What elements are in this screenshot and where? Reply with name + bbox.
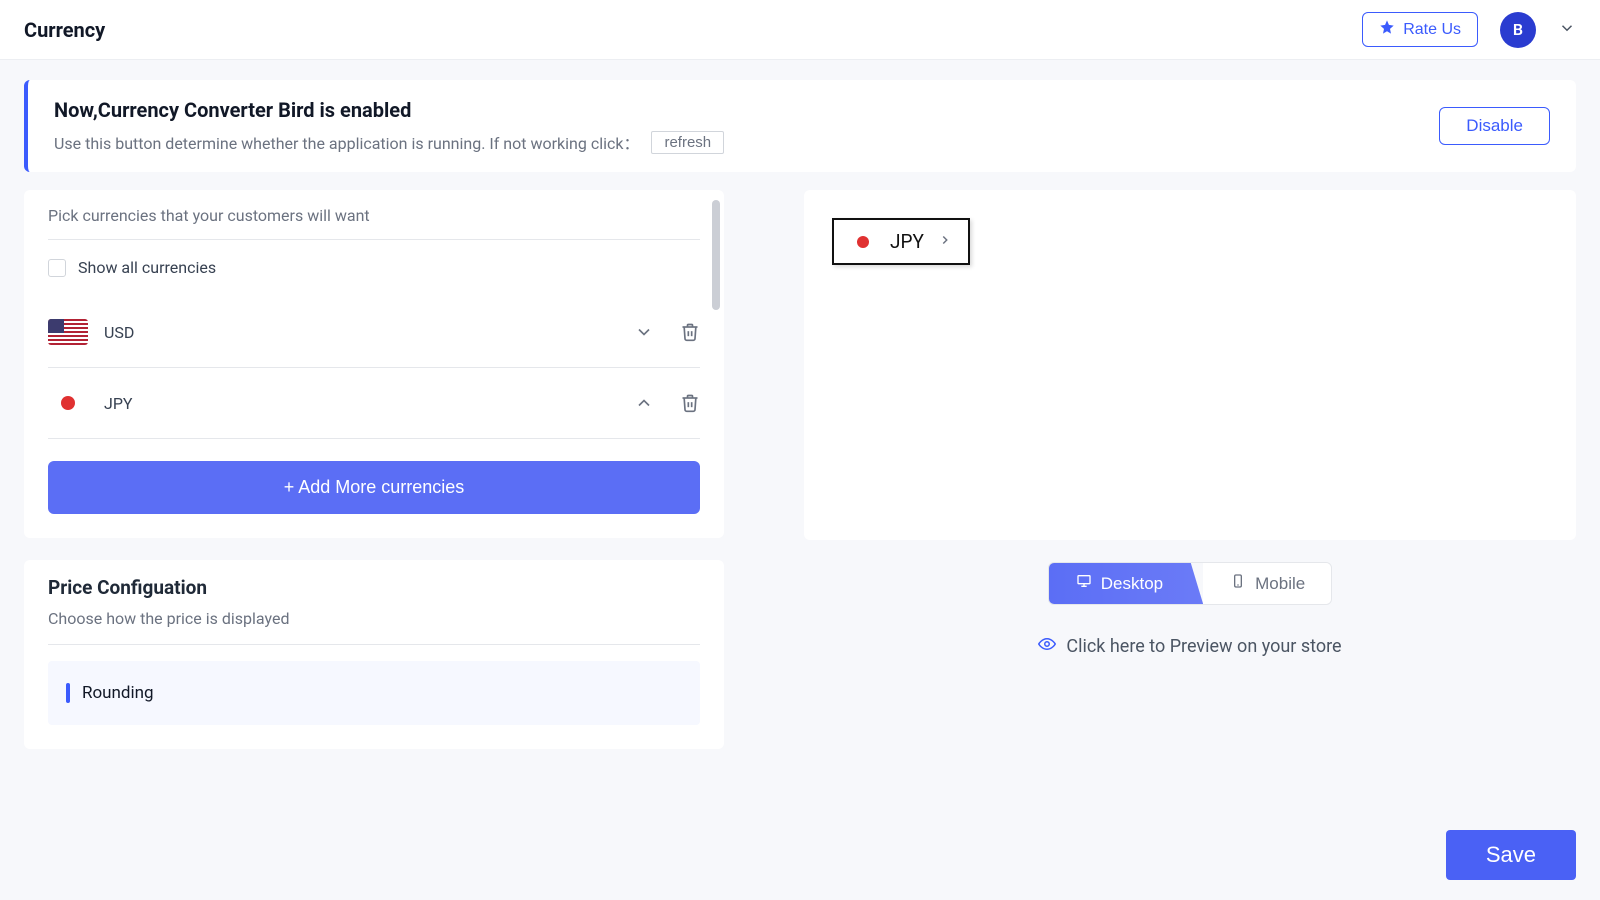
accent-bar-icon [66,683,70,703]
chevron-right-icon [938,232,952,251]
chevron-down-icon[interactable] [1558,19,1576,41]
show-all-checkbox[interactable] [48,259,66,277]
disable-button[interactable]: Disable [1439,107,1550,145]
status-subtitle: Use this button determine whether the ap… [54,130,724,154]
move-down-icon[interactable] [634,322,654,342]
flag-us-icon [48,319,88,345]
move-up-icon[interactable] [634,393,654,413]
flag-jp-icon [48,390,88,416]
trash-icon[interactable] [680,322,700,342]
preview-link-label: Click here to Preview on your store [1066,636,1341,657]
show-all-label: Show all currencies [78,258,216,277]
rounding-section[interactable]: Rounding [48,661,700,725]
status-subtitle-text: Use this button determine whether the ap… [54,130,639,154]
mobile-tab-label: Mobile [1255,574,1305,594]
preview-on-store-link[interactable]: Click here to Preview on your store [804,635,1576,658]
desktop-tab[interactable]: Desktop [1049,563,1203,604]
star-icon [1379,19,1395,40]
status-title: Now,Currency Converter Bird is enabled [54,98,724,122]
save-button[interactable]: Save [1446,830,1576,880]
avatar-letter: B [1513,20,1523,39]
currency-code: USD [104,323,134,342]
currency-selector-preview[interactable]: JPY [832,218,970,265]
currency-row-jpy: JPY [48,368,700,439]
price-config-title: Price Configuation [48,576,700,599]
trash-icon[interactable] [680,393,700,413]
price-config-card: Price Configuation Choose how the price … [24,560,724,749]
status-card: Now,Currency Converter Bird is enabled U… [24,80,1576,172]
rate-us-label: Rate Us [1403,21,1461,39]
desktop-tab-label: Desktop [1101,574,1163,594]
topbar: Currency Rate Us B [0,0,1600,60]
price-config-subtitle: Choose how the price is displayed [48,609,700,645]
desktop-icon [1075,573,1093,594]
rate-us-button[interactable]: Rate Us [1362,12,1478,47]
rounding-label: Rounding [82,683,154,703]
eye-icon [1038,635,1056,658]
scrollbar-thumb[interactable] [712,200,720,310]
currencies-card: Pick currencies that your customers will… [24,190,724,538]
pick-currencies-label: Pick currencies that your customers will… [48,206,700,240]
currency-code: JPY [104,394,133,413]
preview-currency-code: JPY [890,230,924,253]
flag-jp-icon [850,233,876,251]
page-title: Currency [24,18,105,42]
mobile-tab[interactable]: Mobile [1203,563,1331,604]
refresh-button[interactable]: refresh [651,131,724,154]
view-toggle: Desktop Mobile [804,562,1576,605]
currency-row-usd: USD [48,297,700,368]
add-more-currencies-button[interactable]: + Add More currencies [48,461,700,514]
preview-panel: JPY [804,190,1576,540]
mobile-icon [1229,573,1247,594]
avatar[interactable]: B [1500,12,1536,48]
